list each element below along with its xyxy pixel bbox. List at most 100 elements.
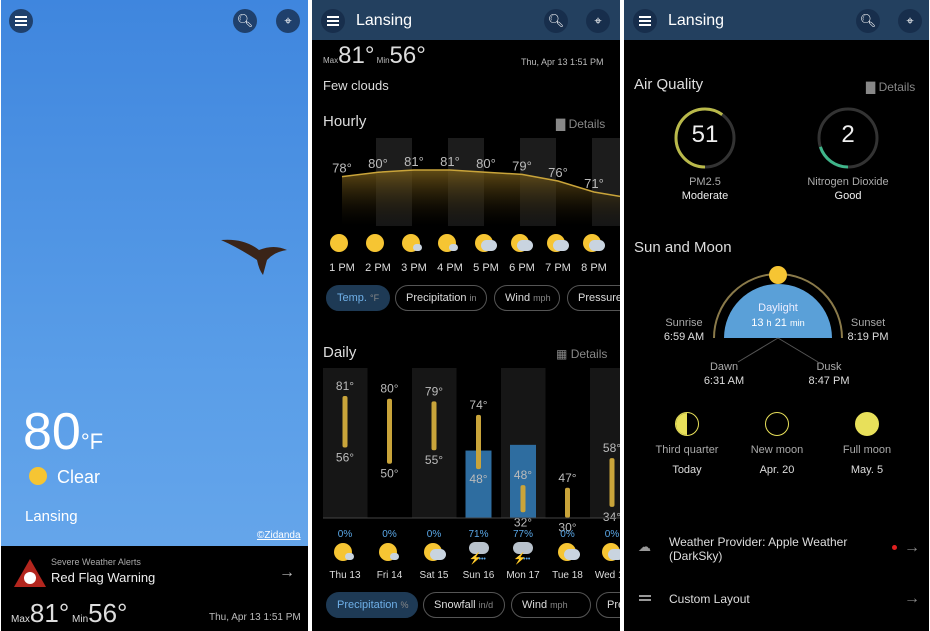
tab-precipitation[interactable]: Precipitation in (395, 285, 487, 311)
temp-range-bar (387, 398, 392, 464)
forecast-panel: Lansing 🔍︎ ⌖ Max81° Min56° Thu, Apr 13 1… (312, 0, 620, 631)
day-low: 55° (425, 453, 443, 467)
menu-icon (639, 20, 651, 22)
cloud-shape (345, 553, 354, 560)
arrow-right-icon: → (904, 539, 920, 556)
cloud-shape (563, 549, 580, 560)
tab-wind[interactable]: Wind mph (494, 285, 560, 311)
condition: Clear (57, 467, 101, 487)
daylight-value: 13 h 21 min (751, 317, 805, 329)
tab-temp[interactable]: Temp. °F (326, 285, 390, 311)
tab-unit: °F (369, 293, 380, 303)
aq-details-link[interactable]: ▇ Details (866, 80, 915, 94)
sunset-time: 8:19 PM (847, 331, 889, 343)
cloud-shape (517, 240, 533, 251)
precip-chance: 0% (338, 529, 353, 540)
sun-cloud-icon (333, 542, 357, 564)
home-panel: 🔍︎ ⌖ 80°F Clear Lansing ©Zidanda Severe … (1, 0, 308, 631)
condition: Few clouds (323, 78, 389, 93)
tab-snowfall[interactable]: Snowfall in/d (423, 592, 505, 618)
locate-icon: ⌖ (906, 13, 914, 28)
search-button[interactable]: 🔍︎ (544, 9, 568, 33)
tab-unit: % (400, 600, 409, 610)
location-button[interactable]: ⌖ (586, 9, 610, 33)
hourly-details-link[interactable]: ▇ Details (556, 117, 605, 131)
search-button[interactable]: 🔍︎ (856, 9, 880, 33)
moon-phase-date: Apr. 20 (759, 464, 795, 476)
tab-pressure[interactable]: Pressure (596, 592, 620, 618)
current-temp: 80°F (23, 403, 104, 461)
precip-chance: 77% (513, 529, 533, 540)
weather-provider-row[interactable]: ☁ Weather Provider: Apple Weather (DarkS… (624, 525, 929, 575)
tab-unit: mph (533, 293, 551, 303)
cloud-shape (553, 240, 569, 251)
menu-button[interactable] (9, 9, 33, 33)
tab-label: Pressure (578, 292, 620, 304)
moon-phase-icon (765, 412, 789, 436)
tab-wind[interactable]: Wind mph (511, 592, 591, 618)
max-min: Max81° Min56° (11, 598, 128, 628)
sun-shape (330, 234, 348, 252)
sun-icon (29, 467, 47, 485)
temp-range-bar (431, 401, 437, 451)
menu-button[interactable] (321, 9, 345, 33)
tab-precipitation[interactable]: Precipitation% (326, 592, 418, 618)
temp-area (342, 170, 620, 226)
location-button[interactable]: ⌖ (898, 9, 922, 33)
locate-icon: ⌖ (284, 13, 292, 28)
aq-level: Moderate (681, 190, 729, 202)
hour-temp-label: 71° (584, 176, 604, 191)
day-high: 48° (514, 468, 532, 482)
partly-cloudy-icon (556, 542, 580, 564)
day-low: 48° (469, 472, 487, 486)
moon-phase-date: Today (672, 464, 702, 476)
partly-cloudy-icon (473, 233, 497, 255)
day-label: Tue 18 (552, 570, 583, 581)
city-title: Lansing (356, 12, 413, 29)
menu-button[interactable] (633, 9, 657, 33)
menu-icon (15, 20, 27, 22)
city-name: Lansing (25, 508, 78, 525)
day-high: 74° (469, 398, 487, 412)
location-button[interactable]: ⌖ (276, 9, 300, 33)
chart-icon: ▇ (866, 80, 876, 94)
search-button[interactable]: 🔍︎ (233, 9, 257, 33)
partly-cloudy-icon (422, 542, 446, 564)
hourly-title: Hourly (323, 113, 367, 130)
details-label: Details (568, 117, 606, 131)
alert-title: Severe Weather Alerts (51, 557, 141, 567)
alert-bar[interactable]: Severe Weather Alerts Red Flag Warning →… (1, 546, 308, 631)
notification-dot (892, 545, 897, 550)
partly-cloudy-icon (581, 233, 605, 255)
tab-pressure[interactable]: Pressure (567, 285, 620, 311)
tab-unit: in/d (478, 600, 494, 610)
photo-credit[interactable]: ©Zidanda (257, 530, 301, 541)
day-label: Fri 14 (376, 570, 403, 581)
max-min: Max81° Min56° (323, 42, 426, 69)
hour-temp-label: 81° (404, 154, 424, 169)
search-icon: 🔍︎ (547, 13, 565, 28)
thunderstorm-icon: ⚡ ••• (511, 542, 535, 565)
sunrise-time: 6:59 AM (663, 331, 705, 343)
partly-cloudy-icon (545, 233, 569, 255)
tab-label: Wind (505, 292, 531, 304)
precip-chance: 0% (382, 529, 397, 540)
day-low: 56° (336, 451, 354, 465)
day-label: Mon 17 (506, 570, 540, 581)
dusk-time: 8:47 PM (808, 375, 850, 387)
rain-shape: ••• (478, 556, 486, 563)
tab-unit: mph (550, 600, 568, 610)
moon-phase-name: Third quarter (655, 444, 719, 456)
temp-range-bar (520, 485, 526, 513)
search-icon: 🔍︎ (236, 13, 254, 28)
aq-pollutant: Nitrogen Dioxide (807, 176, 889, 188)
daily-details-link[interactable]: ▦ Details (556, 347, 607, 361)
sun-moon-title: Sun and Moon (634, 239, 732, 256)
sun-shape (366, 234, 384, 252)
tab-label: Temp. (337, 292, 367, 304)
custom-layout-row[interactable]: Custom Layout → (624, 585, 929, 615)
sun-cloud-icon (401, 233, 425, 255)
precip-chance: 0% (427, 529, 442, 540)
day-label: Wed 19 (594, 570, 620, 581)
datetime: Thu, Apr 13 1:51 PM (521, 57, 604, 67)
